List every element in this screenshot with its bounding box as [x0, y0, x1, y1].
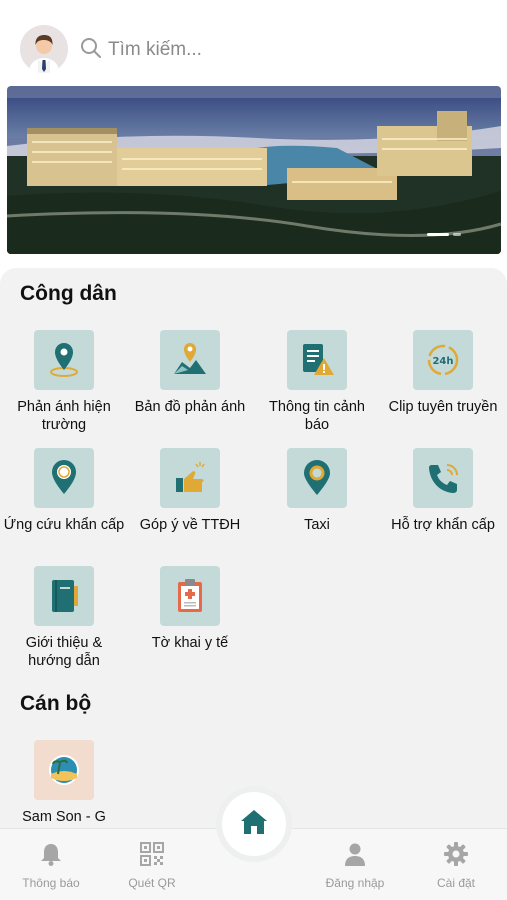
medical-clipboard-icon — [160, 566, 220, 626]
tile-phan-anh-hien-truong[interactable]: Phản ánh hiện trường — [1, 330, 127, 434]
avatar[interactable] — [20, 25, 68, 73]
tab-label: Quét QR — [128, 876, 176, 890]
map-pin-icon — [34, 330, 94, 390]
phone-call-icon — [413, 448, 473, 508]
tile-gioi-thieu-huong-dan[interactable]: Giới thiệu & hướng dẫn — [1, 566, 127, 670]
content-panel: Công dân Phản ánh hiện trường Bản đồ phả… — [0, 268, 507, 828]
search-bar[interactable]: Tìm kiếm... — [80, 32, 202, 68]
tile-label: Clip tuyên truyền — [388, 399, 498, 415]
banner-image[interactable] — [7, 86, 501, 254]
section-title-citizen: Công dân — [20, 282, 117, 305]
tile-taxi[interactable]: Taxi — [254, 448, 380, 534]
tile-label: Bản đồ phản ánh — [134, 399, 246, 415]
tile-ban-do-phan-anh[interactable]: Bản đồ phản ánh — [127, 330, 253, 416]
taxi-pin-icon — [287, 448, 347, 508]
tab-login[interactable]: Đăng nhập — [310, 841, 400, 890]
tile-gop-y-ve-ttdh[interactable]: Góp ý về TTĐH — [127, 448, 253, 534]
sos-pin-icon — [34, 448, 94, 508]
home-button[interactable] — [222, 792, 286, 856]
tile-sam-son[interactable]: Sam Son - G — [1, 740, 127, 826]
tab-label: Đăng nhập — [325, 876, 385, 890]
search-input[interactable]: Tìm kiếm... — [108, 39, 202, 61]
tab-scan-qr[interactable]: Quét QR — [107, 841, 197, 890]
search-icon — [80, 37, 102, 64]
map-icon — [160, 330, 220, 390]
book-icon — [34, 566, 94, 626]
bell-icon — [38, 844, 64, 871]
svg-text:24h: 24h — [432, 356, 453, 367]
tile-ung-cuu-khan-cap[interactable]: Ứng cứu khẩn cấp — [1, 448, 127, 534]
tile-clip-tuyen-truyen[interactable]: 24h Clip tuyên truyền — [380, 330, 506, 416]
user-icon — [342, 843, 368, 871]
tile-label: Phản ánh hiện trường — [17, 399, 111, 433]
tile-to-khai-y-te[interactable]: Tờ khai y tế — [127, 566, 253, 652]
gear-icon — [443, 842, 469, 871]
tile-label: Thông tin cảnh báo — [269, 399, 365, 433]
tile-label: Hỗ trợ khẩn cấp — [391, 517, 495, 533]
qr-code-icon — [139, 842, 165, 871]
warning-document-icon — [287, 330, 347, 390]
section-title-staff: Cán bộ — [20, 692, 92, 715]
sam-son-logo-icon — [34, 740, 94, 800]
tile-label: Taxi — [304, 517, 330, 533]
tile-label: Giới thiệu & hướng dẫn — [25, 635, 103, 669]
tab-settings[interactable]: Cài đặt — [411, 841, 501, 890]
tab-label: Cài đặt — [436, 876, 476, 890]
tile-thong-tin-canh-bao[interactable]: Thông tin cảnh báo — [254, 330, 380, 434]
tab-notifications[interactable]: Thông báo — [6, 841, 96, 890]
tab-label: Thông báo — [22, 876, 80, 890]
tile-label: Sam Son - G — [22, 809, 106, 825]
tile-label: Tờ khai y tế — [151, 635, 229, 651]
feedback-hand-icon — [160, 448, 220, 508]
tile-ho-tro-khan-cap[interactable]: Hỗ trợ khẩn cấp — [380, 448, 506, 534]
tile-label: Góp ý về TTĐH — [139, 517, 241, 533]
header: Tìm kiếm... — [0, 0, 507, 86]
home-icon — [239, 808, 269, 841]
tile-label: Ứng cứu khẩn cấp — [3, 517, 125, 533]
24h-clock-icon: 24h — [413, 330, 473, 390]
